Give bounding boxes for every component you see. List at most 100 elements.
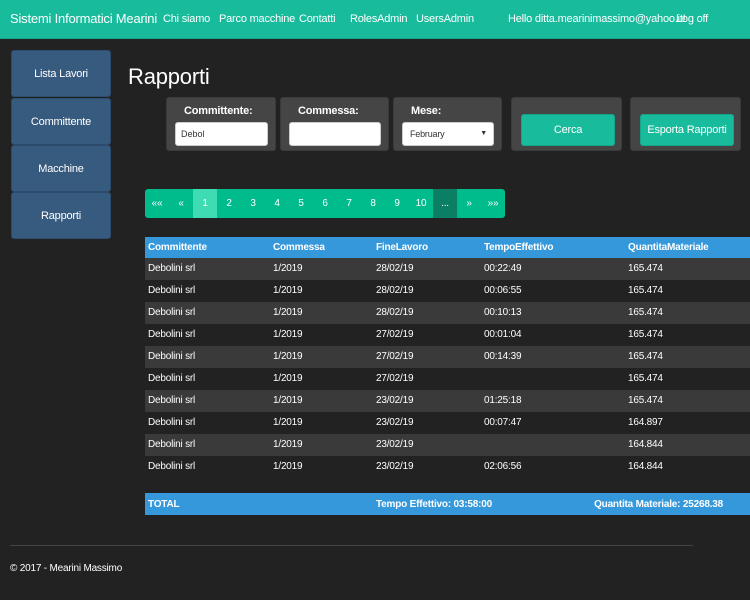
page-button-10[interactable]: 10 <box>409 189 433 218</box>
cell-quantitamateriale: 165.474 <box>628 307 663 318</box>
cell-commessa: 1/2019 <box>273 351 303 362</box>
nav-link-chi-siamo[interactable]: Chi siamo <box>163 13 210 25</box>
page-title: Rapporti <box>128 64 210 89</box>
cell-commessa: 1/2019 <box>273 417 303 428</box>
navbar: Sistemi Informatici Mearini Chi siamo Pa… <box>0 0 750 39</box>
commessa-filter: Commessa: <box>280 97 389 151</box>
table-row[interactable]: Debolini srl 1/2019 23/02/19 164.844 <box>145 434 750 456</box>
page-button-9[interactable]: 9 <box>385 189 409 218</box>
table-row[interactable]: Debolini srl 1/2019 27/02/19 00:14:39 165.47… <box>145 346 750 368</box>
total-quantita-materiale: Quantita Materiale: 25268.38 <box>594 499 723 510</box>
brand-link[interactable]: Sistemi Informatici Mearini <box>10 11 157 26</box>
mese-label: Mese: <box>411 105 442 117</box>
table-row[interactable]: Debolini srl 1/2019 28/02/19 00:22:49 165.47… <box>145 258 750 280</box>
sidebar-item-label: Rapporti <box>41 209 81 222</box>
sidebar-item-label: Macchine <box>38 162 84 175</box>
user-greeting-link[interactable]: Hello ditta.mearinimassimo@yahoo.it! <box>508 13 686 25</box>
cell-tempoeffettivo: 00:22:49 <box>484 263 522 274</box>
cell-quantitamateriale: 165.474 <box>628 351 663 362</box>
esporta-rapporti-button[interactable]: Esporta Rapporti <box>640 114 734 146</box>
header-quantitamateriale[interactable]: QuantitaMateriale <box>628 242 709 253</box>
header-committente[interactable]: Committente <box>148 242 207 253</box>
sidebar-item-macchine[interactable]: Macchine <box>11 145 111 192</box>
cell-finelavoro: 27/02/19 <box>376 329 414 340</box>
table-row[interactable]: Debolini srl 1/2019 23/02/19 01:25:18 165.47… <box>145 390 750 412</box>
committente-filter: Committente: <box>166 97 276 151</box>
page-button-3[interactable]: 3 <box>241 189 265 218</box>
mese-select[interactable]: February ▼ <box>402 122 494 146</box>
nav-link-roles-admin[interactable]: RolesAdmin <box>350 13 408 25</box>
total-tempo-effettivo: Tempo Effettivo: 03:58:00 <box>376 499 492 510</box>
page-ellipsis[interactable]: ... <box>433 189 457 218</box>
cell-quantitamateriale: 165.474 <box>628 395 663 406</box>
table-row[interactable]: Debolini srl 1/2019 28/02/19 00:06:55 165.47… <box>145 280 750 302</box>
logoff-link[interactable]: Log off <box>676 13 708 25</box>
table-row[interactable]: Debolini srl 1/2019 27/02/19 165.474 <box>145 368 750 390</box>
page-next-button[interactable]: » <box>457 189 481 218</box>
header-finelavoro[interactable]: FineLavoro <box>376 242 428 253</box>
cell-quantitamateriale: 165.474 <box>628 329 663 340</box>
nav-link-users-admin[interactable]: UsersAdmin <box>416 13 474 25</box>
cell-tempoeffettivo: 00:10:13 <box>484 307 522 318</box>
esporta-box: Esporta Rapporti <box>630 97 741 151</box>
cerca-button-label: Cerca <box>553 124 583 136</box>
cell-committente: Debolini srl <box>148 373 196 384</box>
nav-link-contatti[interactable]: Contatti <box>299 13 336 25</box>
total-label: TOTAL <box>148 499 180 510</box>
cell-finelavoro: 28/02/19 <box>376 263 414 274</box>
header-commessa[interactable]: Commessa <box>273 242 325 253</box>
cell-quantitamateriale: 165.474 <box>628 373 663 384</box>
cell-quantitamateriale: 164.897 <box>628 417 663 428</box>
sidebar-item-lista-lavori[interactable]: Lista Lavori <box>11 50 111 97</box>
totals-bar: TOTAL Tempo Effettivo: 03:58:00 Quantita… <box>145 493 750 515</box>
page-button-1[interactable]: 1 <box>193 189 217 218</box>
page-button-4[interactable]: 4 <box>265 189 289 218</box>
cell-quantitamateriale: 165.474 <box>628 285 663 296</box>
committente-input[interactable] <box>175 122 268 146</box>
cell-commessa: 1/2019 <box>273 461 303 472</box>
table-header: Committente Commessa FineLavoro TempoEff… <box>145 237 750 258</box>
header-tempoeffettivo[interactable]: TempoEffettivo <box>484 242 553 253</box>
esporta-button-label: Esporta Rapporti <box>647 124 727 136</box>
sidebar-item-rapporti[interactable]: Rapporti <box>11 192 111 239</box>
cerca-button[interactable]: Cerca <box>521 114 615 146</box>
page-last-button[interactable]: »» <box>481 189 505 218</box>
page-button-8[interactable]: 8 <box>361 189 385 218</box>
mese-select-value: February <box>410 129 445 139</box>
cell-committente: Debolini srl <box>148 285 196 296</box>
cell-commessa: 1/2019 <box>273 373 303 384</box>
cell-quantitamateriale: 165.474 <box>628 263 663 274</box>
nav-link-parco-macchine[interactable]: Parco macchine <box>219 13 295 25</box>
page-prev-button[interactable]: « <box>169 189 193 218</box>
cell-commessa: 1/2019 <box>273 439 303 450</box>
cell-tempoeffettivo: 00:14:39 <box>484 351 522 362</box>
footer-copyright: © 2017 - Mearini Massimo <box>10 563 123 574</box>
page-button-5[interactable]: 5 <box>289 189 313 218</box>
pagination: «« « 1 2 3 4 5 6 7 8 9 10 ... » »» <box>145 189 505 218</box>
sidebar-item-label: Lista Lavori <box>34 67 88 80</box>
table-row[interactable]: Debolini srl 1/2019 27/02/19 00:01:04 165.47… <box>145 324 750 346</box>
page-button-7[interactable]: 7 <box>337 189 361 218</box>
sidebar-item-committente[interactable]: Committente <box>11 98 111 145</box>
sidebar-item-label: Committente <box>30 115 92 128</box>
table-row[interactable]: Debolini srl 1/2019 23/02/19 02:06:56 164.84… <box>145 456 750 478</box>
cell-finelavoro: 23/02/19 <box>376 439 414 450</box>
cell-finelavoro: 27/02/19 <box>376 351 414 362</box>
cell-committente: Debolini srl <box>148 329 196 340</box>
table-row[interactable]: Debolini srl 1/2019 28/02/19 00:10:13 165.47… <box>145 302 750 324</box>
cerca-box: Cerca <box>511 97 622 151</box>
page-button-6[interactable]: 6 <box>313 189 337 218</box>
table-body: Debolini srl 1/2019 28/02/19 00:22:49 165.47… <box>145 258 750 478</box>
cell-committente: Debolini srl <box>148 351 196 362</box>
table-row[interactable]: Debolini srl 1/2019 23/02/19 00:07:47 164.89… <box>145 412 750 434</box>
committente-label: Committente: <box>184 105 253 117</box>
cell-commessa: 1/2019 <box>273 395 303 406</box>
cell-tempoeffettivo: 01:25:18 <box>484 395 522 406</box>
cell-finelavoro: 28/02/19 <box>376 307 414 318</box>
cell-finelavoro: 23/02/19 <box>376 461 414 472</box>
page-button-2[interactable]: 2 <box>217 189 241 218</box>
mese-filter: Mese: February ▼ <box>393 97 502 151</box>
commessa-input[interactable] <box>289 122 381 146</box>
page-first-button[interactable]: «« <box>145 189 169 218</box>
cell-tempoeffettivo: 00:07:47 <box>484 417 522 428</box>
